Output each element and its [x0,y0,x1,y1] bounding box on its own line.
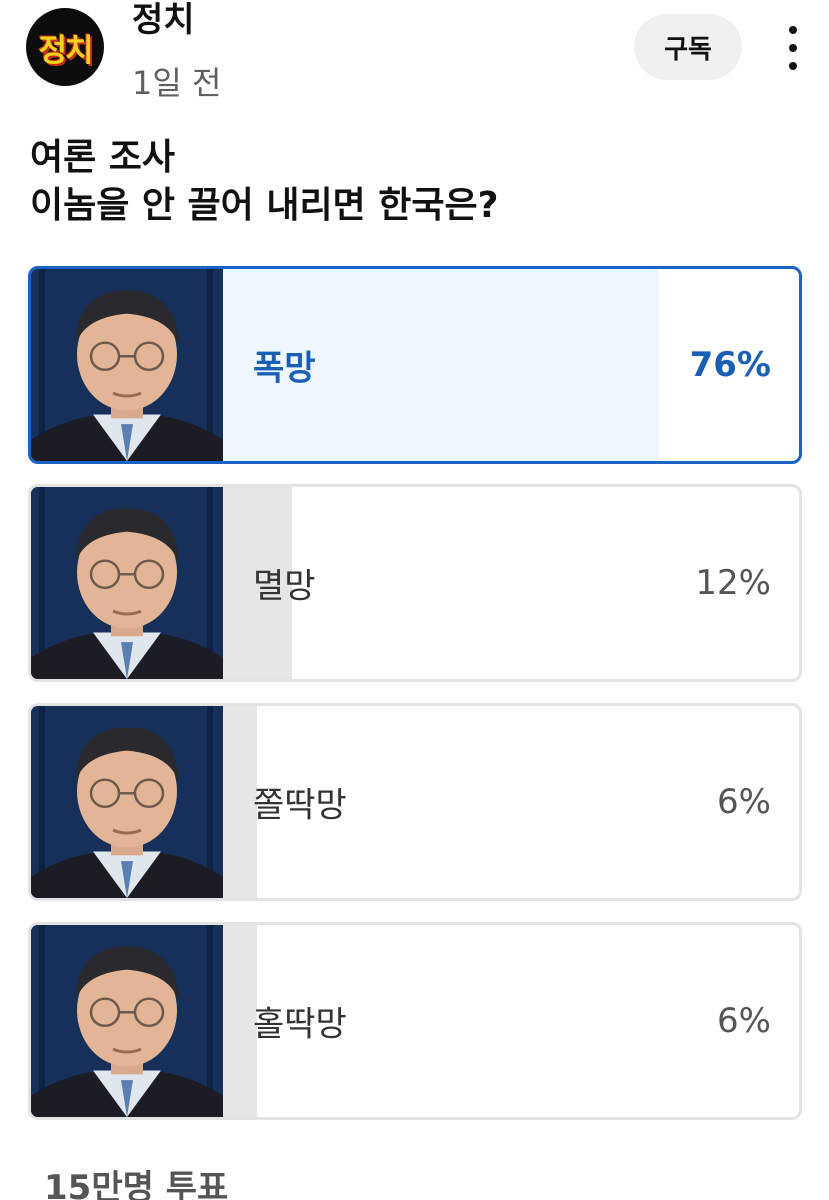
poll-option[interactable]: 멸망 12% [28,484,802,682]
option-label: 쫄딱망 [253,785,347,826]
post-title-line-2: 이놈을 안 끌어 내리면 한국은? [30,185,499,226]
option-label: 폭망 [253,348,316,389]
post-title: 여론 조사 이놈을 안 끌어 내리면 한국은? [30,134,498,230]
poll-option[interactable]: 폭망 76% [28,266,802,464]
option-label: 홀딱망 [253,1004,347,1045]
option-thumbnail [31,925,223,1117]
poll-post: 정치 정치 1일 전 구독 여론 조사 이놈을 안 끌어 내리면 한국은? 폭망… [0,0,829,1200]
more-vertical-icon[interactable] [778,26,808,70]
vote-count: 15만명 투표 [44,1168,229,1200]
option-percent: 76% [689,345,771,385]
option-percent: 6% [717,782,771,822]
option-thumbnail [31,487,223,679]
post-title-line-1: 여론 조사 [30,137,176,178]
option-thumbnail [31,269,223,461]
option-thumbnail [31,706,223,898]
subscribe-button[interactable]: 구독 [634,14,742,80]
channel-avatar[interactable]: 정치 [26,8,104,86]
poll-option[interactable]: 쫄딱망 6% [28,703,802,901]
option-result-bar [223,706,257,898]
option-label: 멸망 [253,566,316,607]
option-percent: 12% [695,563,771,603]
option-result-bar [223,925,257,1117]
option-percent: 6% [717,1001,771,1041]
avatar-text: 정치 [38,32,93,69]
poll-option[interactable]: 홀딱망 6% [28,922,802,1120]
channel-name[interactable]: 정치 [132,0,195,41]
post-time: 1일 전 [132,64,222,102]
